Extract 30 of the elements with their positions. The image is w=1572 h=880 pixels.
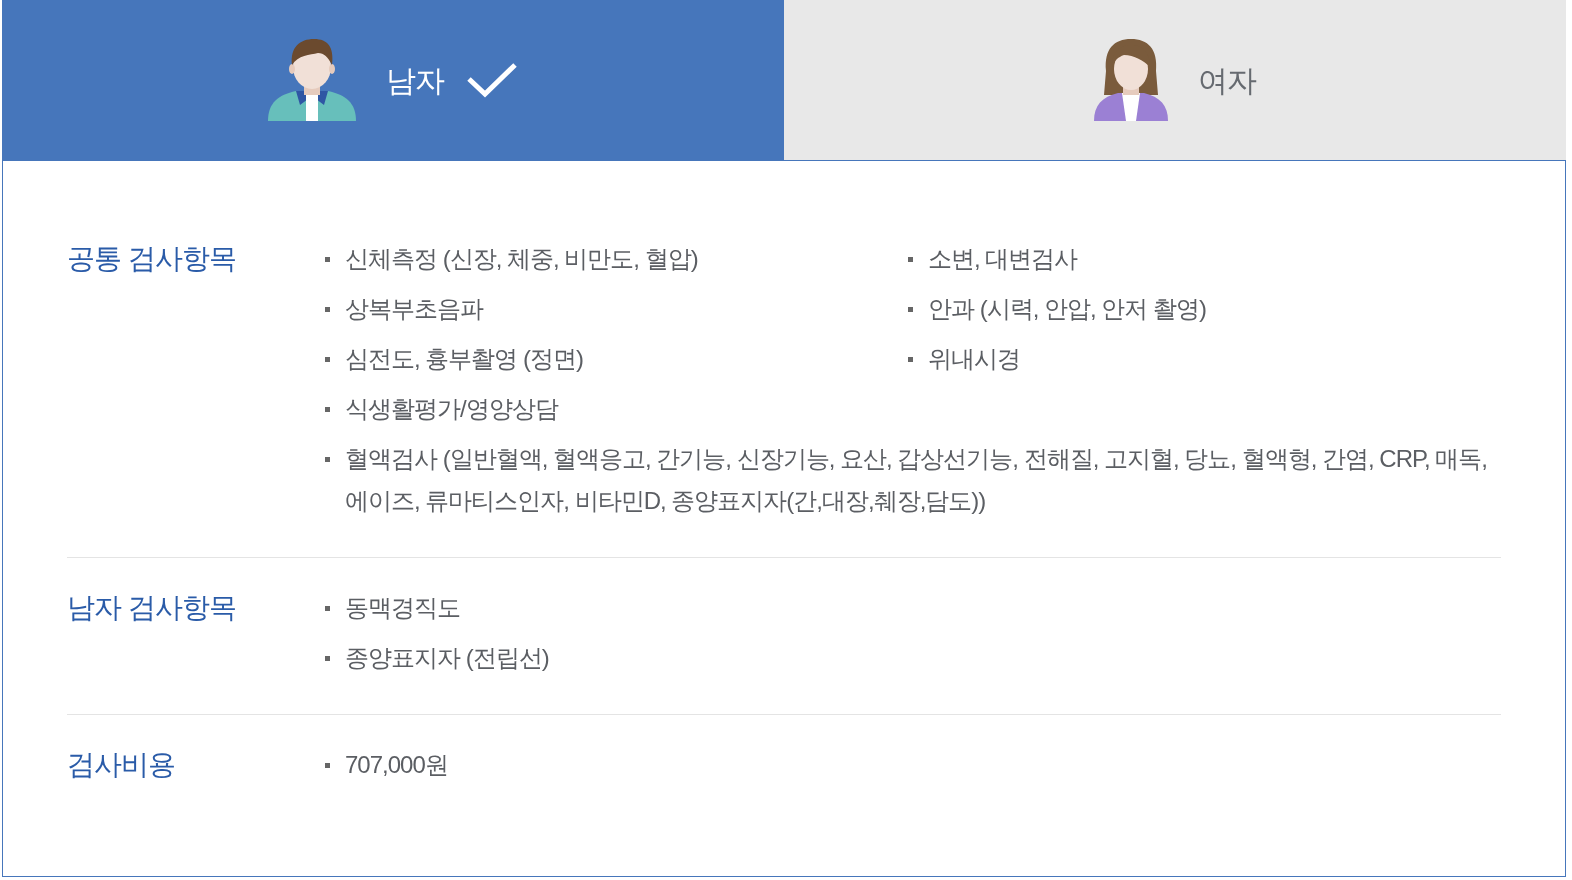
exam-item-text: 707,000원 <box>345 750 448 780</box>
checkmark-icon <box>466 62 518 98</box>
section-title: 공통 검사항목 <box>67 242 237 276</box>
exam-item-text: 종양표지자 (전립선) <box>345 643 549 673</box>
exam-item-text: 안과 (시력, 안압, 안저 촬영) <box>928 294 1206 324</box>
square-bullet-icon <box>325 763 330 768</box>
square-bullet-icon <box>325 357 330 362</box>
square-bullet-icon <box>325 407 330 412</box>
section-title: 검사비용 <box>67 748 176 782</box>
man-avatar-icon <box>268 39 356 121</box>
exam-item-text: 소변, 대변검사 <box>928 244 1078 274</box>
exam-item-text: 위내시경 <box>928 344 1020 374</box>
exam-item-text: 동맥경직도 <box>345 593 460 623</box>
woman-avatar-icon <box>1094 39 1168 121</box>
section-title: 남자 검사항목 <box>67 591 237 625</box>
exam-item-text: 심전도, 흉부촬영 (정면) <box>345 344 583 374</box>
exam-item-text: 신체측정 (신장, 체중, 비만도, 혈압) <box>345 244 698 274</box>
exam-item-text: 혈액검사 (일반혈액, 혈액응고, 간기능, 신장기능, 요산, 갑상선기능, 전해질, 고지혈, 당뇨, 혈액형, 간염, CRP, 매독, 에이즈, 류마티스인자, 비타민D, 종양표지자(간,대장,췌장,담도)) <box>345 444 1488 516</box>
square-bullet-icon <box>325 656 330 661</box>
gender-tab[interactable]: 여자 <box>784 0 1566 160</box>
exam-item-text: 식생활평가/영양상담 <box>345 394 558 424</box>
square-bullet-icon <box>908 257 913 262</box>
square-bullet-icon <box>908 357 913 362</box>
gender-tab[interactable]: 남자 <box>2 0 784 160</box>
square-bullet-icon <box>325 457 330 462</box>
square-bullet-icon <box>908 307 913 312</box>
square-bullet-icon <box>325 606 330 611</box>
square-bullet-icon <box>325 307 330 312</box>
exam-item-text: 상복부초음파 <box>345 294 483 324</box>
square-bullet-icon <box>325 257 330 262</box>
